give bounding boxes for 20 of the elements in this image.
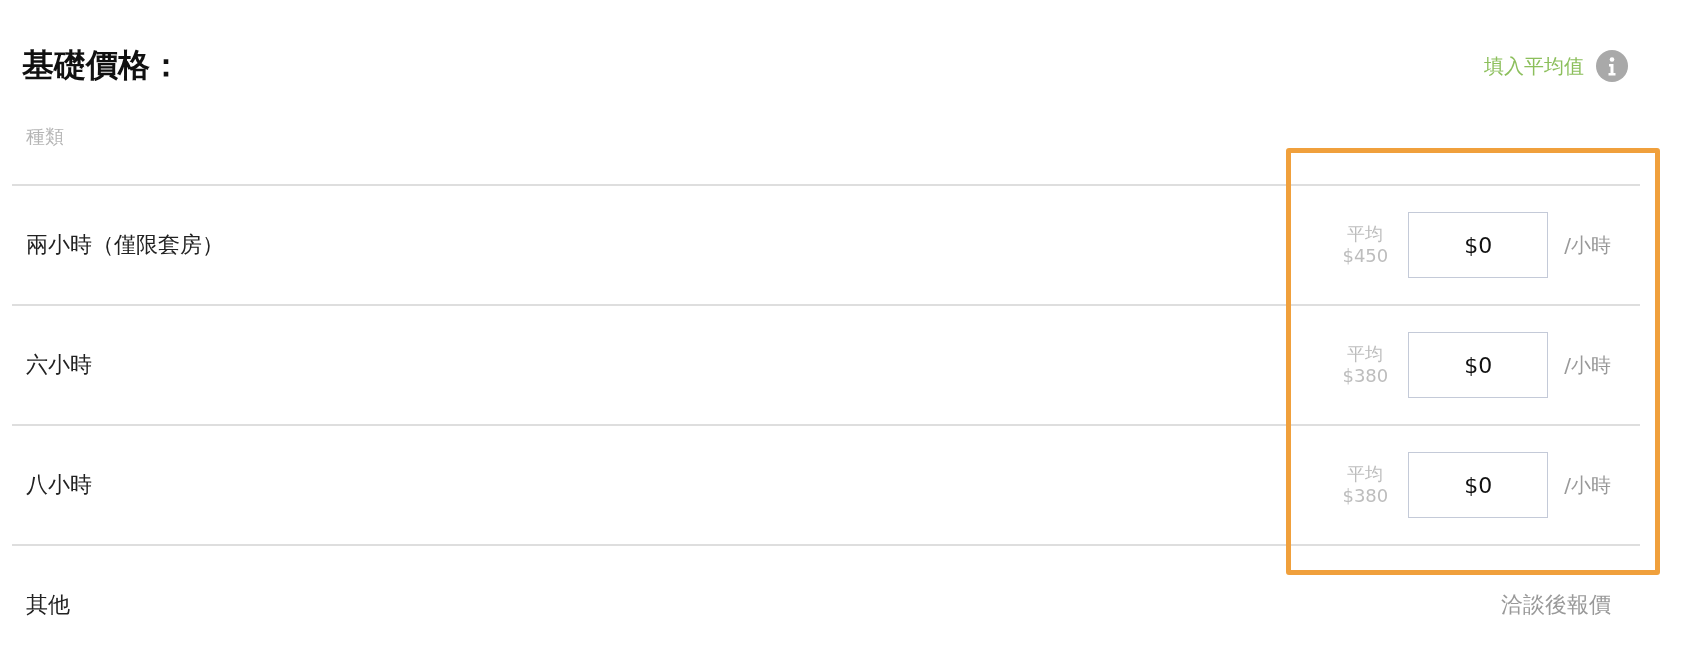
unit-label: /小時 [1564, 351, 1611, 379]
info-icon[interactable] [1596, 50, 1628, 82]
average-price: $450 [1342, 245, 1389, 267]
price-input[interactable]: $0 [1408, 452, 1549, 518]
average-label: 平均 [1347, 343, 1384, 365]
average-label: 平均 [1347, 463, 1384, 485]
unit-label: /小時 [1564, 231, 1611, 259]
unit-label: /小時 [1564, 471, 1611, 499]
category-label: 其他 [26, 591, 70, 619]
category-label: 兩小時（僅限套房） [26, 231, 224, 259]
quote-note: 洽談後報價 [1501, 591, 1611, 619]
category-label: 六小時 [26, 351, 92, 379]
average-price: $380 [1342, 485, 1389, 507]
price-input[interactable]: $0 [1408, 332, 1549, 398]
section-title: 基礎價格： [22, 45, 182, 86]
price-input[interactable]: $0 [1408, 212, 1549, 278]
category-label: 八小時 [26, 471, 92, 499]
column-header: 種類 [26, 125, 64, 147]
average-label: 平均 [1347, 223, 1384, 245]
average-price: $380 [1342, 365, 1389, 387]
